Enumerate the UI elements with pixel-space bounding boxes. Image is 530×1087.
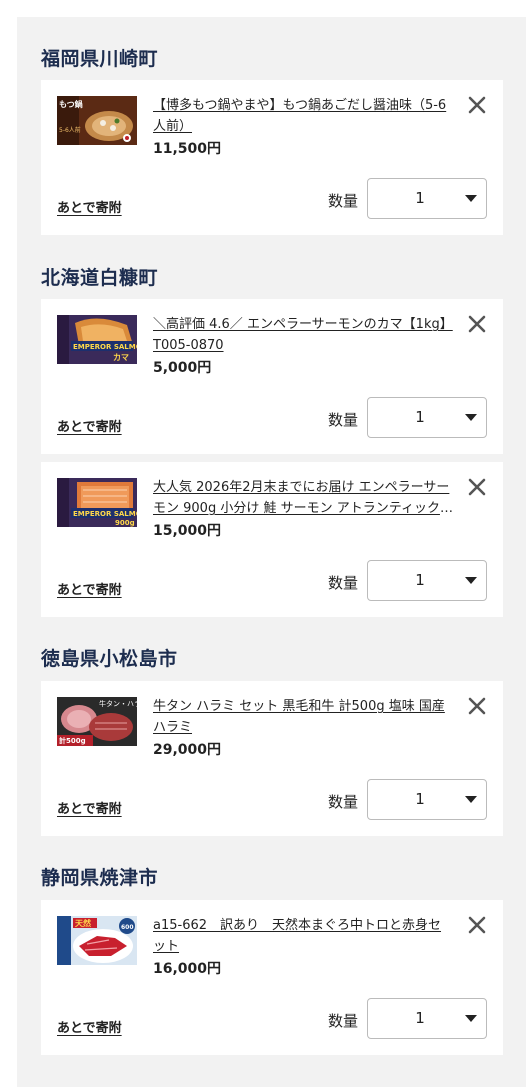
cart-item-card: もつ鍋 5-6人前 【博多もつ鍋やまや】もつ鍋あごだし醤油味（5-6人前） 11… [41, 80, 503, 235]
caret-down-icon [465, 414, 477, 421]
municipality-title: 福岡県川崎町 [41, 48, 159, 70]
quantity-value: 1 [415, 571, 425, 589]
close-icon [468, 697, 486, 715]
quantity-label: 数量 [328, 1012, 359, 1030]
close-icon [468, 478, 486, 496]
remove-item-button[interactable] [467, 696, 487, 716]
product-title-link[interactable]: 大人気 2026年2月末までにお届け エンペラーサーモン 900g 小分け 鮭 … [153, 477, 453, 519]
thumb-label: EMPEROR SALMON [73, 510, 137, 518]
product-price: 15,000円 [153, 523, 222, 539]
remove-item-button[interactable] [467, 477, 487, 497]
product-thumbnail[interactable]: 天然 600 [57, 916, 137, 965]
donate-later-link[interactable]: あとで寄附 [57, 1017, 122, 1036]
thumb-label: 天然 [75, 918, 91, 928]
product-price: 5,000円 [153, 360, 212, 376]
quantity-select[interactable]: 1 [367, 178, 487, 219]
municipality-title: 静岡県焼津市 [41, 867, 159, 889]
cart-item-card: 天然 600 a15-662 訳あり 天然本まぐろ中トロと赤身セット 16,00… [41, 900, 503, 1055]
thumb-label: もつ鍋 [59, 99, 83, 109]
quantity-label: 数量 [328, 574, 359, 592]
quantity-label: 数量 [328, 192, 359, 210]
cart-item-card: EMPEROR SALMON カマ ＼高評価 4.6／ エンペラーサーモンのカマ… [41, 299, 503, 454]
donate-later-link[interactable]: あとで寄附 [57, 197, 122, 216]
product-price: 11,500円 [153, 141, 222, 157]
quantity-label: 数量 [328, 411, 359, 429]
caret-down-icon [465, 796, 477, 803]
donate-later-link[interactable]: あとで寄附 [57, 798, 122, 817]
quantity-value: 1 [415, 408, 425, 426]
product-thumbnail[interactable]: EMPEROR SALMON カマ [57, 315, 137, 364]
product-thumbnail[interactable]: もつ鍋 5-6人前 [57, 96, 137, 145]
thumb-label: EMPEROR SALMON [73, 343, 137, 351]
cart-item-card: 牛タン・ハラミ 計500g 牛タン ハラミ セット 黒毛和牛 計500g 塩味 … [41, 681, 503, 836]
caret-down-icon [465, 1015, 477, 1022]
quantity-select[interactable]: 1 [367, 560, 487, 601]
caret-down-icon [465, 195, 477, 202]
donate-later-link[interactable]: あとで寄附 [57, 579, 122, 598]
thumb-sub: カマ [113, 353, 129, 362]
municipality-title: 北海道白糠町 [41, 267, 159, 289]
quantity-value: 1 [415, 790, 425, 808]
thumb-sub: 600 [121, 924, 134, 931]
product-title-link[interactable]: 【博多もつ鍋やまや】もつ鍋あごだし醤油味（5-6人前） [153, 95, 453, 137]
caret-down-icon [465, 577, 477, 584]
thumb-sub: 5-6人前 [59, 126, 81, 134]
municipality-title: 徳島県小松島市 [41, 648, 178, 670]
remove-item-button[interactable] [467, 95, 487, 115]
remove-item-button[interactable] [467, 915, 487, 935]
product-title-link[interactable]: ＼高評価 4.6／ エンペラーサーモンのカマ【1kg】 T005-0870 [153, 314, 453, 356]
cart-item-card: EMPEROR SALMON 900g 大人気 2026年2月末までにお届け エ… [41, 462, 503, 617]
quantity-select[interactable]: 1 [367, 397, 487, 438]
product-title-link[interactable]: 牛タン ハラミ セット 黒毛和牛 計500g 塩味 国産 ハラミ [153, 696, 453, 738]
product-thumbnail[interactable]: 牛タン・ハラミ 計500g [57, 697, 137, 746]
donate-later-link[interactable]: あとで寄附 [57, 416, 122, 435]
quantity-label: 数量 [328, 793, 359, 811]
remove-item-button[interactable] [467, 314, 487, 334]
quantity-value: 1 [415, 1009, 425, 1027]
product-title-link[interactable]: a15-662 訳あり 天然本まぐろ中トロと赤身セット [153, 915, 453, 957]
product-thumbnail[interactable]: EMPEROR SALMON 900g [57, 478, 137, 527]
cart-panel: 福岡県川崎町 もつ鍋 5-6人前 【博多もつ鍋やまや】もつ鍋あごだし醤油味（5-… [17, 17, 526, 1087]
quantity-value: 1 [415, 189, 425, 207]
thumb-label: 牛タン・ハラミ [99, 699, 137, 708]
quantity-select[interactable]: 1 [367, 998, 487, 1039]
thumb-sub: 900g [115, 519, 135, 527]
close-icon [468, 315, 486, 333]
close-icon [468, 96, 486, 114]
product-price: 29,000円 [153, 742, 222, 758]
product-price: 16,000円 [153, 961, 222, 977]
close-icon [468, 916, 486, 934]
thumb-sub: 計500g [59, 736, 86, 745]
quantity-select[interactable]: 1 [367, 779, 487, 820]
